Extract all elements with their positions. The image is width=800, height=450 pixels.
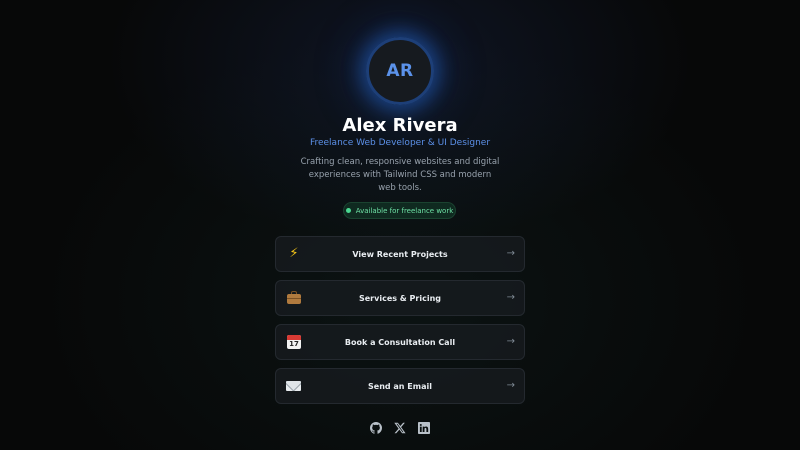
linkedin-icon[interactable] [418,422,430,434]
calendar-icon: 17 [286,334,302,350]
link-label: Services & Pricing [358,293,442,303]
social-links [0,422,800,434]
profile-role: Freelance Web Developer & UI Designer [309,138,491,148]
avatar-initials: AR [386,61,414,81]
link-label: View Recent Projects [352,249,448,259]
status-text: Available for freelance work [355,206,454,215]
x-icon[interactable] [394,422,406,434]
link-list: ⚡ View Recent Projects → Services & Pric… [275,236,525,412]
status-badge: Available for freelance work [343,202,456,219]
status-dot-icon [345,208,351,213]
avatar: AR [366,37,434,105]
lightning-icon: ⚡ [289,246,299,261]
view-projects-button[interactable]: ⚡ View Recent Projects → [275,236,525,272]
profile-name: Alex Rivera [342,115,458,136]
avatar-glow: AR [366,37,434,105]
envelope-icon [286,378,302,394]
link-in-bio-page: AR Alex Rivera Freelance Web Developer &… [0,0,800,450]
github-icon[interactable] [370,422,382,434]
book-consultation-button[interactable]: 17 Book a Consultation Call → [275,324,525,360]
briefcase-icon [286,290,302,306]
arrow-right-icon: → [506,248,515,259]
services-pricing-button[interactable]: Services & Pricing → [275,280,525,316]
send-email-button[interactable]: Send an Email → [275,368,525,404]
profile-bio: Crafting clean, responsive websites and … [300,157,500,193]
arrow-right-icon: → [506,380,515,391]
arrow-right-icon: → [506,336,515,347]
link-label: Book a Consultation Call [344,337,456,347]
arrow-right-icon: → [506,292,515,303]
link-label: Send an Email [368,381,432,391]
